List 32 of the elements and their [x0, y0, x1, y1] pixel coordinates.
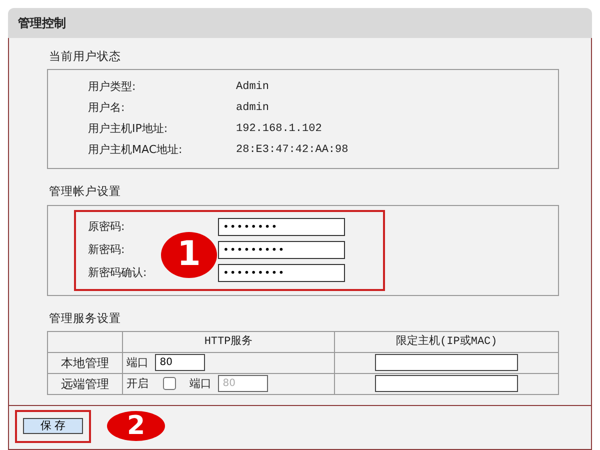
step-number: 1 [161, 232, 217, 278]
field-label: 开启 [126, 376, 149, 392]
password-field[interactable]: •••••••• [218, 218, 345, 236]
section-title: 管理服务设置 [49, 310, 122, 326]
field-label: 新密码: [88, 242, 125, 258]
row-header: 远端管理 [48, 373, 122, 394]
save-button[interactable]: 保 存 [23, 418, 83, 434]
field-label: 用户名: [87, 100, 126, 116]
password-field[interactable]: ••••••••• [218, 241, 345, 259]
field-label: 用户主机IP地址: [87, 120, 169, 136]
section-title: 当前用户状态 [49, 48, 122, 65]
field-value: 192.168.1.102 [236, 122, 322, 136]
panel-title: 管理控制 [18, 15, 66, 32]
column-header: 限定主机(IP或MAC) [334, 331, 558, 352]
field-value: Admin [236, 80, 270, 94]
field-label: 用户类型: [87, 78, 137, 94]
enable-checkbox[interactable] [162, 377, 176, 390]
section-title: 管理帐户设置 [49, 183, 122, 200]
field-value: admin [236, 100, 270, 116]
port-field[interactable]: 80 [154, 354, 205, 372]
field-label: 新密码确认: [88, 264, 147, 281]
host-field[interactable] [375, 354, 518, 372]
password-field[interactable]: ••••••••• [218, 264, 345, 282]
host-field[interactable] [375, 375, 518, 392]
field-label: 用户主机MAC地址: [87, 142, 184, 158]
column-header: HTTP服务 [122, 331, 335, 352]
field-value: 28:E3:47:42:AA:98 [236, 142, 348, 158]
field-label: 端口 [126, 354, 149, 370]
step-number: 2 [107, 411, 165, 442]
field-label: 原密码: [88, 218, 125, 235]
field-label: 端口 [190, 376, 212, 392]
row-header: 本地管理 [48, 352, 122, 374]
